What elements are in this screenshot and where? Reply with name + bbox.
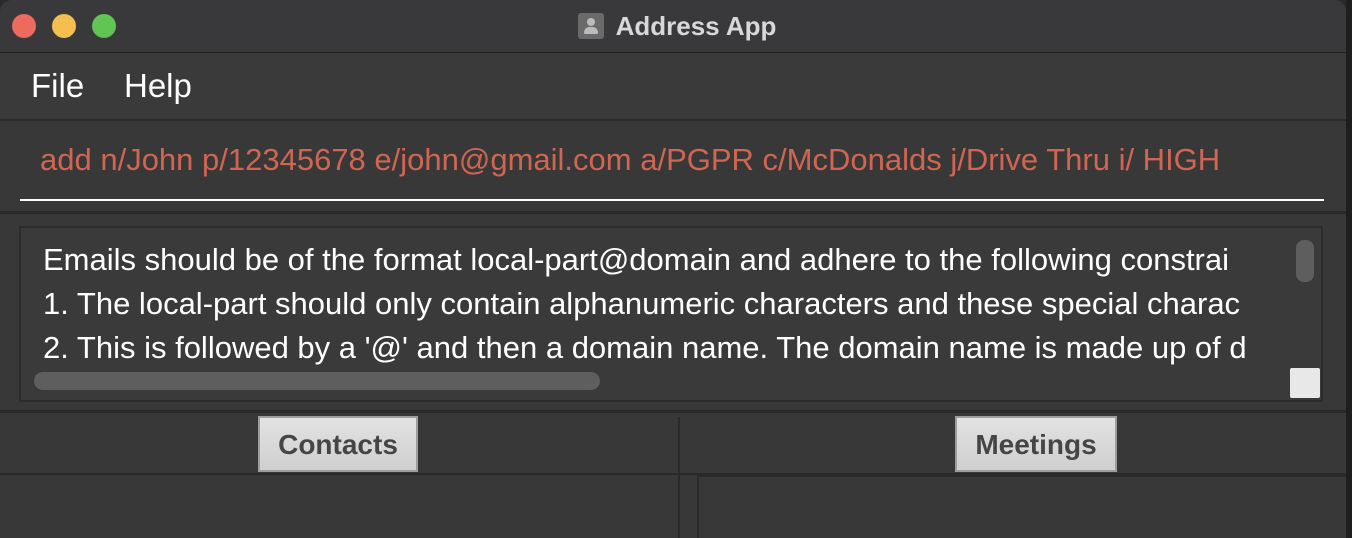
address-book-icon: [577, 13, 604, 39]
window-title: Address App: [615, 10, 777, 41]
title-bar[interactable]: Address App: [0, 0, 1346, 53]
menu-help[interactable]: Help: [124, 67, 192, 105]
command-input[interactable]: [20, 121, 1324, 201]
scrollbar-corner: [1290, 368, 1320, 398]
background-window-edge: [1346, 0, 1352, 538]
menu-file[interactable]: File: [31, 67, 84, 105]
meetings-list-panel[interactable]: [697, 475, 1346, 538]
result-display[interactable]: Emails should be of the format local-par…: [19, 226, 1323, 402]
result-text: Emails should be of the format local-par…: [43, 238, 1289, 370]
app-window: Address App File Help Emails should be o…: [0, 0, 1346, 538]
result-line-1: Emails should be of the format local-par…: [43, 242, 1230, 277]
command-box: [0, 121, 1346, 214]
meetings-tab-button[interactable]: Meetings: [955, 416, 1117, 472]
pane-split-divider[interactable]: [678, 417, 680, 538]
vertical-scrollbar-thumb[interactable]: [1296, 240, 1314, 282]
contacts-tab-button[interactable]: Contacts: [258, 416, 418, 472]
result-display-area: Emails should be of the format local-par…: [0, 214, 1346, 413]
list-panes: Contacts Meetings: [0, 413, 1346, 538]
window-title-group: Address App: [0, 0, 1346, 52]
result-line-3: 2. This is followed by a '@' and then a …: [43, 330, 1247, 365]
contacts-pane-divider: [0, 473, 678, 475]
result-line-2: 1. The local-part should only contain al…: [43, 286, 1241, 321]
horizontal-scrollbar-thumb[interactable]: [34, 372, 600, 390]
menu-bar: File Help: [0, 53, 1346, 121]
